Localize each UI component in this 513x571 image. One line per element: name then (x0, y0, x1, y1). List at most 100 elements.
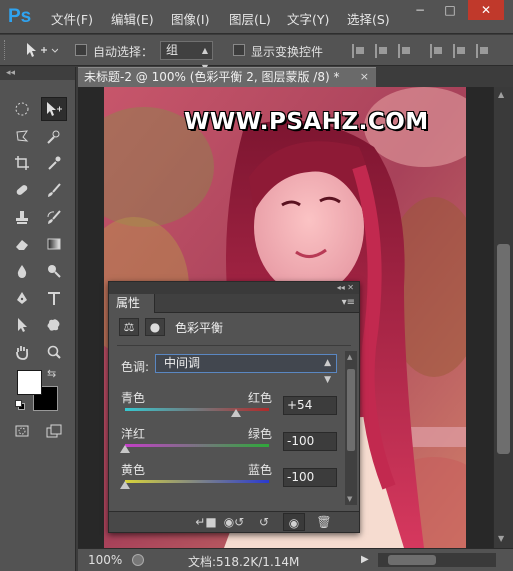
align-top-icon[interactable] (352, 44, 366, 58)
horizontal-scrollbar[interactable] (378, 553, 496, 567)
swap-colors-icon[interactable]: ⇆ (47, 367, 56, 380)
history-brush-tool-icon[interactable] (41, 205, 67, 229)
scroll-up-icon[interactable]: ▲ (498, 90, 504, 99)
minimize-button[interactable]: − (406, 0, 434, 20)
tools-collapse-icon[interactable]: ◂◂ (0, 67, 75, 80)
show-transform-label: 显示变换控件 (251, 45, 324, 59)
vertical-scroll-thumb[interactable] (497, 244, 510, 454)
menu-bar: Ps 文件(F) 编辑(E) 图像(I) 图层(L) 文字(Y) 选择(S) −… (0, 0, 513, 34)
color-balance-adjustment-icon[interactable]: ⚖ (119, 318, 139, 336)
align-bottom-icon[interactable] (398, 44, 412, 58)
align-right-icon[interactable] (476, 44, 490, 58)
path-selection-tool-icon[interactable] (9, 313, 35, 337)
screen-mode-icon[interactable] (41, 419, 67, 443)
foreground-color-swatch[interactable] (17, 370, 42, 395)
photoshop-logo: Ps (8, 6, 32, 27)
yellow-blue-value-field[interactable]: -100 (283, 468, 337, 487)
cyan-red-slider-track[interactable] (125, 408, 269, 411)
move-tool-preset-icon[interactable] (24, 41, 58, 59)
custom-shape-tool-icon[interactable] (41, 313, 67, 337)
marquee-tool-icon[interactable] (9, 97, 35, 121)
status-info-icon[interactable] (132, 554, 144, 566)
auto-select-dropdown[interactable]: 组 ▲▼ (160, 41, 213, 72)
status-menu-arrow-icon[interactable]: ▶ (361, 554, 369, 565)
tone-value: 中间调 (164, 356, 201, 370)
cyan-red-value-field[interactable]: +54 (283, 396, 337, 415)
header-divider (117, 345, 351, 346)
menu-file[interactable]: 文件(F) (51, 9, 93, 28)
slider-cyan-label: 青色 (121, 391, 146, 405)
default-colors-icon[interactable] (15, 400, 25, 410)
document-tab[interactable]: 未标题-2 @ 100% (色彩平衡 2, 图层蒙版 /8) * × (78, 67, 376, 87)
eyedropper-tool-icon[interactable] (41, 151, 67, 175)
auto-select-value: 组 (166, 43, 179, 57)
show-transform-checkbox[interactable] (233, 44, 245, 56)
menu-type[interactable]: 文字(Y) (287, 9, 329, 28)
props-scroll-up-icon[interactable]: ▲ (347, 353, 352, 361)
panel-collapse-icon[interactable]: ◂◂ ✕ (109, 282, 359, 294)
panel-menu-icon[interactable]: ▾≡ (342, 297, 355, 308)
pen-tool-icon[interactable] (9, 286, 35, 310)
yellow-blue-slider-thumb[interactable] (120, 481, 130, 489)
adjustment-header: ⚖ ● 色彩平衡 (119, 318, 349, 338)
options-bar: 自动选择： 组 ▲▼ 显示变换控件 (0, 35, 513, 72)
cyan-red-slider-thumb[interactable] (230, 409, 241, 417)
type-tool-icon[interactable] (41, 286, 67, 310)
menu-image[interactable]: 图像(I) (171, 9, 209, 28)
menu-layer[interactable]: 图层(L) (229, 9, 271, 28)
slider-magenta-label: 洋红 (121, 427, 146, 441)
delete-adjustment-icon[interactable]: 🗑 (313, 513, 335, 531)
zoom-level[interactable]: 100% (88, 553, 122, 567)
menu-edit[interactable]: 编辑(E) (111, 9, 154, 28)
slider-red-label: 红色 (248, 391, 273, 405)
magenta-green-value-field[interactable]: -100 (283, 432, 337, 451)
eraser-tool-icon[interactable] (9, 232, 35, 256)
align-hcenter-icon[interactable] (453, 44, 467, 58)
properties-bottom-bar: ↵■ ◉↺ ↺ ◉ 🗑 (109, 511, 359, 532)
crop-tool-icon[interactable] (9, 151, 35, 175)
slider-yellow-label: 黄色 (121, 463, 146, 477)
tone-dropdown[interactable]: 中间调 ▲ ▼ (155, 354, 337, 385)
properties-tab-bar: 属性 ▾≡ (109, 294, 359, 313)
zoom-tool-icon[interactable] (41, 340, 67, 364)
magenta-green-slider-track[interactable] (125, 444, 269, 447)
close-tab-icon[interactable]: × (360, 68, 369, 86)
quick-select-tool-icon[interactable] (41, 124, 67, 148)
horizontal-scroll-thumb[interactable] (388, 555, 436, 565)
properties-scroll-thumb[interactable] (347, 369, 355, 451)
blur-tool-icon[interactable] (9, 259, 35, 283)
vertical-scrollbar[interactable]: ▲ ▼ (493, 87, 513, 548)
slider-green-label: 绿色 (248, 427, 273, 441)
auto-select-checkbox[interactable] (75, 44, 87, 56)
move-tool-icon[interactable] (41, 97, 67, 121)
properties-panel: ◂◂ ✕ 属性 ▾≡ ⚖ ● 色彩平衡 色调: 中间调 ▲ ▼ 青色 红色 +54… (108, 281, 360, 533)
gradient-tool-icon[interactable] (41, 232, 67, 256)
maximize-button[interactable]: □ (436, 0, 464, 20)
yellow-blue-slider-track[interactable] (125, 480, 269, 483)
align-vcenter-icon[interactable] (375, 44, 389, 58)
layer-mask-icon[interactable]: ● (145, 318, 165, 336)
view-previous-state-icon[interactable]: ◉↺ (223, 513, 245, 531)
align-left-icon[interactable] (430, 44, 444, 58)
quick-mask-icon[interactable] (9, 419, 35, 443)
menu-select[interactable]: 选择(S) (347, 9, 390, 28)
tone-dropdown-arrow-icon: ▲ ▼ (324, 358, 331, 385)
lasso-tool-icon[interactable] (9, 124, 35, 148)
healing-brush-tool-icon[interactable] (9, 178, 35, 202)
props-scroll-down-icon[interactable]: ▼ (347, 495, 352, 503)
scroll-down-icon[interactable]: ▼ (498, 534, 504, 543)
clone-stamp-tool-icon[interactable] (9, 205, 35, 229)
clip-to-layer-icon[interactable]: ↵■ (195, 513, 217, 531)
brush-tool-icon[interactable] (41, 178, 67, 202)
tab-properties[interactable]: 属性 (109, 294, 155, 313)
close-button[interactable]: ✕ (468, 0, 504, 20)
properties-scrollbar[interactable]: ▲ ▼ (345, 351, 357, 505)
status-bar: 100% 文档:518.2K/1.14M ▶ (78, 548, 513, 571)
toggle-visibility-icon[interactable]: ◉ (283, 513, 305, 531)
dodge-tool-icon[interactable] (41, 259, 67, 283)
hand-tool-icon[interactable] (9, 340, 35, 364)
slider-blue-label: 蓝色 (248, 463, 273, 477)
magenta-green-slider-thumb[interactable] (120, 445, 130, 453)
document-tab-title: 未标题-2 @ 100% (色彩平衡 2, 图层蒙版 /8) * (84, 70, 340, 84)
reset-adjustment-icon[interactable]: ↺ (253, 513, 275, 531)
